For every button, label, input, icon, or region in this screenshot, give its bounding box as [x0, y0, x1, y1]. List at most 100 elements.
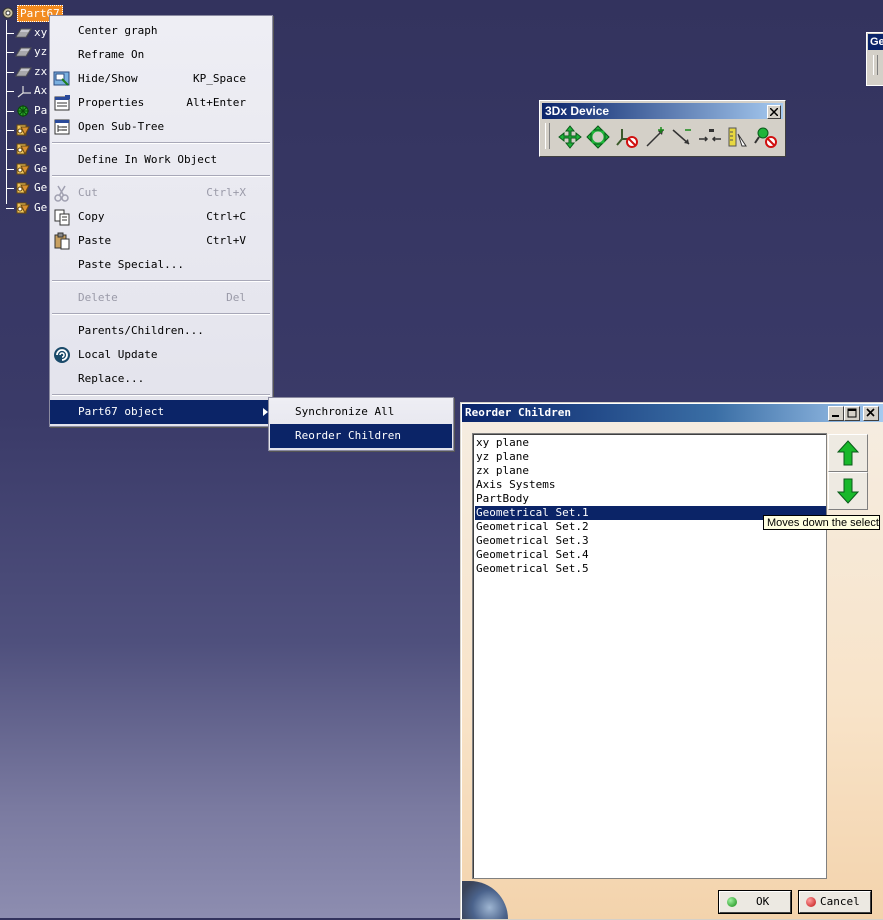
tree-node-label: Pa [34, 103, 48, 117]
cancel-led-icon [806, 897, 816, 907]
children-list[interactable]: xy plane yz plane zx plane Axis Systems Part… [472, 433, 827, 879]
dialog-title-bar[interactable]: Reorder Children [462, 404, 883, 422]
tree-connector [6, 130, 14, 131]
zoom-out-icon[interactable] [670, 125, 694, 149]
menu-separator [52, 175, 270, 177]
hide-show-icon [53, 71, 70, 86]
tree-connector [6, 207, 14, 209]
rotate-icon[interactable] [586, 125, 610, 149]
menu-item-local-update[interactable]: Local Update [50, 343, 272, 367]
toolbar-grip[interactable] [545, 123, 550, 149]
close-button[interactable] [863, 406, 879, 421]
menu-item-label: Center graph [78, 24, 158, 37]
move-up-button[interactable] [828, 434, 868, 472]
axis-system-icon [17, 86, 31, 98]
menu-item-replace[interactable]: Replace... [50, 367, 272, 391]
menu-item-copy[interactable]: Copy Ctrl+C [50, 205, 272, 229]
cancel-button-label: Cancel [820, 895, 860, 908]
list-item[interactable]: xy plane [475, 436, 826, 450]
part-body-icon [17, 104, 29, 117]
menu-item-label: Paste [78, 234, 112, 247]
tree-node-label: Ax [34, 84, 48, 98]
tree-connector [6, 110, 14, 112]
rotation-lock-icon[interactable] [616, 125, 640, 149]
list-item[interactable]: PartBody [475, 492, 826, 506]
sensitivity-icon[interactable] [726, 125, 750, 149]
ok-button[interactable]: OK [718, 890, 792, 914]
geometrical-set-icon [16, 163, 30, 175]
menu-item-hide-show[interactable]: Hide/Show KP_Space [50, 67, 272, 91]
tree-connector [6, 188, 14, 190]
tree-connector [6, 52, 14, 54]
menu-item-reorder-children[interactable]: Reorder Children [270, 424, 452, 448]
dialog-title: Reorder Children [465, 406, 571, 419]
menu-item-label: Define In Work Object [78, 153, 218, 166]
geometrical-set-icon [16, 124, 30, 137]
menu-item-reframe-on[interactable]: Reframe On [50, 43, 272, 67]
dominant-lock-icon[interactable] [754, 125, 778, 149]
list-item[interactable]: Axis Systems [475, 478, 826, 492]
menu-item-shortcut: Ctrl+C [206, 210, 246, 223]
cancel-button[interactable]: Cancel [798, 890, 872, 914]
ok-button-label: OK [756, 895, 770, 908]
minimize-button[interactable] [828, 406, 844, 421]
menu-item-synchronize-all[interactable]: Synchronize All [270, 400, 452, 424]
arrow-up-icon [837, 440, 859, 466]
menu-separator [52, 280, 270, 282]
menu-item-label: Paste Special... [78, 258, 184, 271]
toolbar-close-button[interactable] [767, 105, 781, 119]
menu-item-paste[interactable]: Paste Ctrl+V [50, 229, 272, 253]
zoom-in-icon[interactable] [644, 125, 668, 149]
reorder-children-dialog: Reorder Children xy plane yz plane zx plan… [460, 402, 883, 920]
tree-node-label: Ge [34, 200, 48, 214]
toolbar-title-bar[interactable]: 3Dx Device [542, 103, 783, 119]
toolbar-grip[interactable] [873, 55, 878, 75]
plane-icon [15, 67, 32, 77]
menu-item-label: Copy [78, 210, 105, 223]
toolbar-3dx-device: 3Dx Device [539, 100, 786, 157]
menu-item-properties[interactable]: Properties Alt+Enter [50, 91, 272, 115]
menu-item-shortcut: Ctrl+X [206, 186, 246, 199]
menu-item-cut: Cut Ctrl+X [50, 181, 272, 205]
menu-item-open-sub-tree[interactable]: Open Sub-Tree [50, 115, 272, 139]
menu-item-label: Open Sub-Tree [78, 120, 165, 133]
tree-node-label: yz [34, 45, 48, 59]
menu-item-define-in-work-object[interactable]: Define In Work Object [50, 148, 272, 172]
menu-item-part67-object[interactable]: Part67 object [50, 400, 272, 424]
menu-item-parents-children[interactable]: Parents/Children... [50, 319, 272, 343]
menu-item-shortcut: Ctrl+V [206, 234, 246, 247]
tree-connector [6, 91, 14, 93]
list-item[interactable]: yz plane [475, 450, 826, 464]
move-down-button[interactable] [828, 472, 868, 510]
arrow-down-icon [837, 478, 859, 504]
list-item[interactable]: Geometrical Set.3 [475, 534, 826, 548]
list-item[interactable]: Geometrical Set.4 [475, 548, 826, 562]
tree-connector [6, 149, 14, 151]
list-item[interactable]: zx plane [475, 464, 826, 478]
list-item[interactable]: Geometrical Set.5 [475, 562, 826, 576]
plane-icon [15, 47, 32, 57]
tooltip-move-down: Moves down the selected [763, 515, 880, 530]
menu-item-label: Hide/Show [78, 72, 138, 85]
menu-item-delete: Delete Del [50, 286, 272, 310]
menu-item-center-graph[interactable]: Center graph [50, 19, 272, 43]
part-icon[interactable] [1, 6, 15, 20]
pan-icon[interactable] [558, 125, 582, 149]
geometrical-set-icon [16, 182, 30, 195]
close-icon [770, 108, 778, 116]
menu-item-label: Synchronize All [295, 405, 395, 418]
menu-item-label: Parents/Children... [78, 324, 204, 337]
fit-all-icon[interactable] [698, 125, 722, 149]
tree-node-label: Ge [34, 181, 48, 195]
tree-connector [6, 33, 14, 34]
menu-item-label: Part67 object [78, 405, 165, 418]
edge-toolbar-title[interactable]: Ge [868, 34, 883, 50]
maximize-button[interactable] [844, 406, 860, 421]
plane-icon [15, 28, 32, 38]
menu-item-shortcut: Del [226, 291, 246, 304]
edge-toolbar-clipped: Ge [866, 32, 883, 86]
menu-item-shortcut: KP_Space [193, 72, 246, 85]
menu-item-paste-special[interactable]: Paste Special... [50, 253, 272, 277]
menu-item-shortcut: Alt+Enter [186, 96, 246, 109]
ok-led-icon [727, 897, 737, 907]
